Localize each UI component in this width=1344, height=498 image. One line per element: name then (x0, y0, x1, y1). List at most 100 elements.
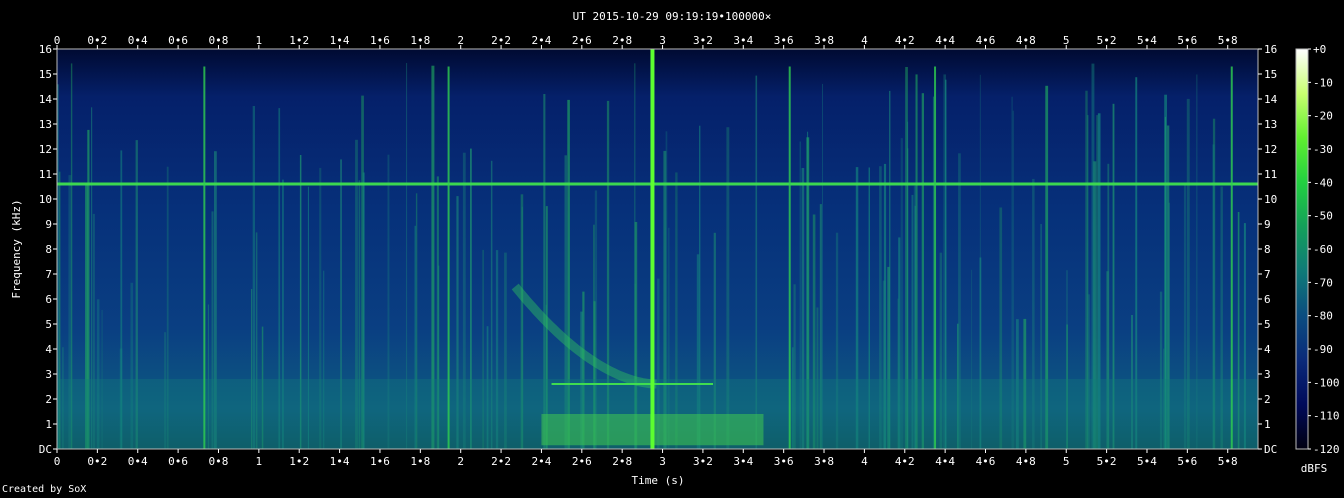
y-tick-label: 14 (39, 93, 53, 106)
x-tick-label: 2•2 (491, 455, 511, 468)
x-tick-label: 1•6 (370, 455, 390, 468)
y-tick-label: 3 (45, 368, 52, 381)
spectrogram-figure: UT 2015-10-29 09:19:19•100000× 0 0•2 0•4 0•… (10, 10, 1340, 487)
y-tick-label: 5 (45, 318, 52, 331)
x-tick-label: 5•6 (1177, 455, 1197, 468)
x-tick-label: 3•6 (774, 455, 794, 468)
y-tick-label: 16 (1264, 43, 1277, 56)
x-tick-label: 5•4 (1137, 34, 1157, 47)
x-tick-label: 5•6 (1177, 34, 1197, 47)
y-tick-label: DC (39, 443, 52, 456)
x-tick-label: 4•8 (1016, 34, 1036, 47)
x-tick-label: 3•8 (814, 34, 834, 47)
x-axis-label: Time (s) (632, 474, 685, 487)
x-tick-label: 2•4 (531, 34, 551, 47)
colorbar-tick-label: -60 (1313, 243, 1333, 256)
x-tick-label: 0•4 (128, 455, 148, 468)
colorbar-tick-label: -100 (1313, 376, 1340, 389)
x-tick-label: 4•8 (1016, 455, 1036, 468)
colorbar-tick-label: -110 (1313, 410, 1340, 423)
tone-line (57, 182, 1258, 186)
y-tick-label: 7 (45, 268, 52, 281)
x-tick-label: 2•8 (612, 455, 632, 468)
x-tick-label: 4•2 (895, 34, 915, 47)
x-tick-label: 3•4 (733, 34, 753, 47)
y-tick-label: 2 (1264, 393, 1271, 406)
y-tick-label: 12 (39, 143, 52, 156)
x-tick-label: 3•2 (693, 34, 713, 47)
y-tick-label: 8 (1264, 243, 1271, 256)
y-tick-label: 1 (45, 418, 52, 431)
impulse-line (934, 66, 937, 449)
y-tick-label: 2 (45, 393, 52, 406)
y-tick-label: 14 (1264, 93, 1278, 106)
y-ticks-left: DC12345678910111213141516 (39, 43, 57, 456)
x-tick-label: 1•8 (410, 34, 430, 47)
x-tick-label: 2•8 (612, 34, 632, 47)
colorbar-tick-label: -70 (1313, 276, 1333, 289)
y-tick-label: 6 (45, 293, 52, 306)
y-tick-label: DC (1264, 443, 1277, 456)
y-tick-label: 1 (1264, 418, 1271, 431)
colorbar-scale (1295, 48, 1309, 450)
x-tick-label: 3•8 (814, 455, 834, 468)
colorbar: +0 -10 -20 -30 -40 -50 -60 -70 -80 -90 -100 -110 -12… (1295, 43, 1340, 456)
y-tick-label: 9 (1264, 218, 1271, 231)
x-tick-label: 2•4 (531, 455, 551, 468)
strong-impulse (650, 49, 655, 449)
colorbar-tick-label: -120 (1313, 443, 1340, 456)
x-tick-label: 4•6 (976, 455, 996, 468)
x-tick-label: 4•4 (935, 34, 955, 47)
x-tick-label: 2 (457, 34, 464, 47)
x-tick-label: 5 (1063, 34, 1070, 47)
chart-title: UT 2015-10-29 09:19:19•100000× (573, 10, 772, 23)
y-tick-label: 12 (1264, 143, 1277, 156)
x-tick-label: 0•2 (87, 455, 107, 468)
x-tick-label: 0•8 (209, 455, 229, 468)
y-tick-label: 11 (39, 168, 52, 181)
colorbar-label: dBFS (1301, 462, 1328, 475)
y-tick-label: 13 (1264, 118, 1277, 131)
x-tick-label: 2 (457, 455, 464, 468)
x-tick-label: 0•2 (87, 34, 107, 47)
x-tick-label: 5 (1063, 455, 1070, 468)
y-tick-label: 7 (1264, 268, 1271, 281)
x-tick-label: 1•8 (410, 455, 430, 468)
y-axis-label: Frequency (kHz) (10, 199, 23, 298)
x-tick-label: 3 (659, 34, 666, 47)
x-tick-label: 1 (256, 455, 263, 468)
impulse-line (1230, 66, 1233, 449)
x-tick-label: 5•2 (1097, 34, 1117, 47)
colorbar-tick-label: +0 (1313, 43, 1326, 56)
y-tick-label: 16 (39, 43, 52, 56)
x-tick-label: 5•4 (1137, 455, 1157, 468)
x-tick-label: 0•8 (209, 34, 229, 47)
colorbar-tick-label: -30 (1313, 143, 1333, 156)
x-tick-label: 0 (54, 455, 61, 468)
colorbar-tick-label: -40 (1313, 176, 1333, 189)
x-tick-label: 2•6 (572, 455, 592, 468)
x-tick-label: 4 (861, 34, 868, 47)
x-tick-label: 0•6 (168, 455, 188, 468)
y-tick-label: 15 (1264, 68, 1277, 81)
colorbar-tick-label: -90 (1313, 343, 1333, 356)
x-ticks-bottom: 0 0•2 0•4 0•6 0•8 1 1•2 1•4 1•6 1•8 2 2•2 2•4 2•6 2•8 3… (54, 449, 1238, 468)
created-by-credit: Created by SoX (2, 484, 87, 495)
x-tick-label: 2•6 (572, 34, 592, 47)
spectrogram-plot (56, 48, 1259, 450)
x-tick-label: 5•8 (1218, 34, 1238, 47)
x-ticks-top: 0 0•2 0•4 0•6 0•8 1 1•2 1•4 1•6 1•8 2 2•2 2•4 2•6 2•8 3… (54, 34, 1238, 49)
y-tick-label: 4 (45, 343, 52, 356)
y-tick-label: 6 (1264, 293, 1271, 306)
y-tick-label: 10 (39, 193, 52, 206)
impulse-line (788, 66, 791, 449)
x-tick-label: 4 (861, 455, 868, 468)
y-tick-label: 3 (1264, 368, 1271, 381)
impulse-line (447, 66, 450, 449)
x-tick-label: 5•8 (1218, 455, 1238, 468)
colorbar-tick-label: -80 (1313, 310, 1333, 323)
x-tick-label: 3 (659, 455, 666, 468)
x-tick-label: 0 (54, 34, 61, 47)
y-tick-label: 13 (39, 118, 52, 131)
x-tick-label: 5•2 (1097, 455, 1117, 468)
